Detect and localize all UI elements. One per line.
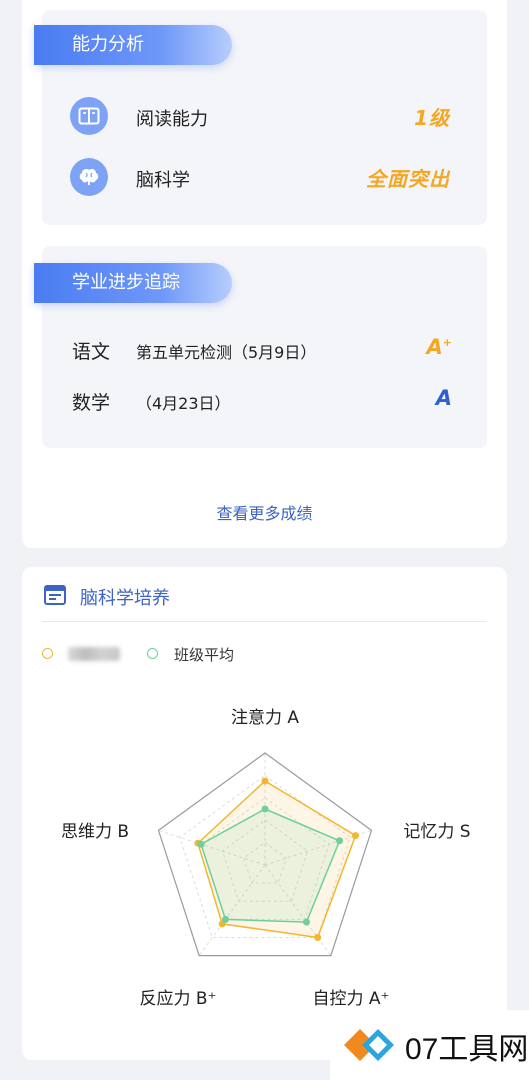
exam-description: （4月23日） [136, 394, 231, 413]
legend-ring [147, 648, 158, 659]
exam-description: 第五单元检测（5月9日） [136, 343, 317, 362]
list-card-icon [44, 585, 66, 605]
ability-section-title: 能力分析 [34, 25, 232, 65]
radar-axis-label: 自控力 A⁺ [312, 989, 389, 1009]
ability-item-brain: 脑科学 全面突出 [70, 158, 450, 198]
radar-point [302, 918, 310, 926]
subject-label: 数学 [72, 392, 111, 414]
ability-item-label: 脑科学 [136, 170, 190, 191]
radar-point [314, 933, 322, 941]
divider [42, 621, 487, 622]
brain-training-title: 脑科学培养 [80, 588, 170, 609]
radar-point [261, 805, 269, 813]
ability-item-label: 阅读能力 [136, 109, 208, 130]
legend-ring [42, 648, 53, 659]
watermark-logo-icon [344, 1029, 394, 1061]
radar-point [197, 840, 205, 848]
ability-item-reading: 阅读能力 1级 [70, 97, 450, 137]
radar-axis-label: 反应力 B⁺ [139, 989, 216, 1009]
radar-point [261, 777, 269, 785]
radar-point [352, 832, 360, 840]
radar-axis-label: 记忆力 S [403, 822, 470, 842]
radar-chart: 注意力 A 记忆力 S 自控力 A⁺ 反应力 B⁺ 思维力 B [61, 708, 471, 1009]
progress-section-title: 学业进步追踪 [34, 263, 232, 303]
book-icon [70, 97, 108, 135]
brain-icon [70, 158, 108, 196]
ability-item-value: 全面突出 [366, 167, 450, 191]
legend-class-average: 班级平均 [147, 645, 267, 665]
watermark-text: 07工具网 [405, 1033, 529, 1066]
radar-axis-label: 注意力 A [231, 708, 299, 728]
grade-badge: A [435, 386, 452, 410]
student-name-blurred [68, 647, 120, 661]
radar-axis-label: 思维力 B [61, 822, 129, 842]
radar-point [336, 837, 344, 845]
legend-label: 班级平均 [174, 646, 235, 664]
view-more-grades-link[interactable]: 查看更多成绩 [0, 500, 529, 524]
subject-label: 语文 [72, 341, 111, 363]
progress-row-chinese[interactable]: 语文 第五单元检测（5月9日） A+ [72, 335, 452, 363]
grade-badge: A+ [426, 335, 452, 359]
watermark: 07工具网 [330, 1010, 529, 1080]
progress-row-math[interactable]: 数学 （4月23日） A [72, 386, 452, 414]
ability-item-value: 1级 [414, 106, 450, 130]
radar-point [222, 915, 230, 923]
